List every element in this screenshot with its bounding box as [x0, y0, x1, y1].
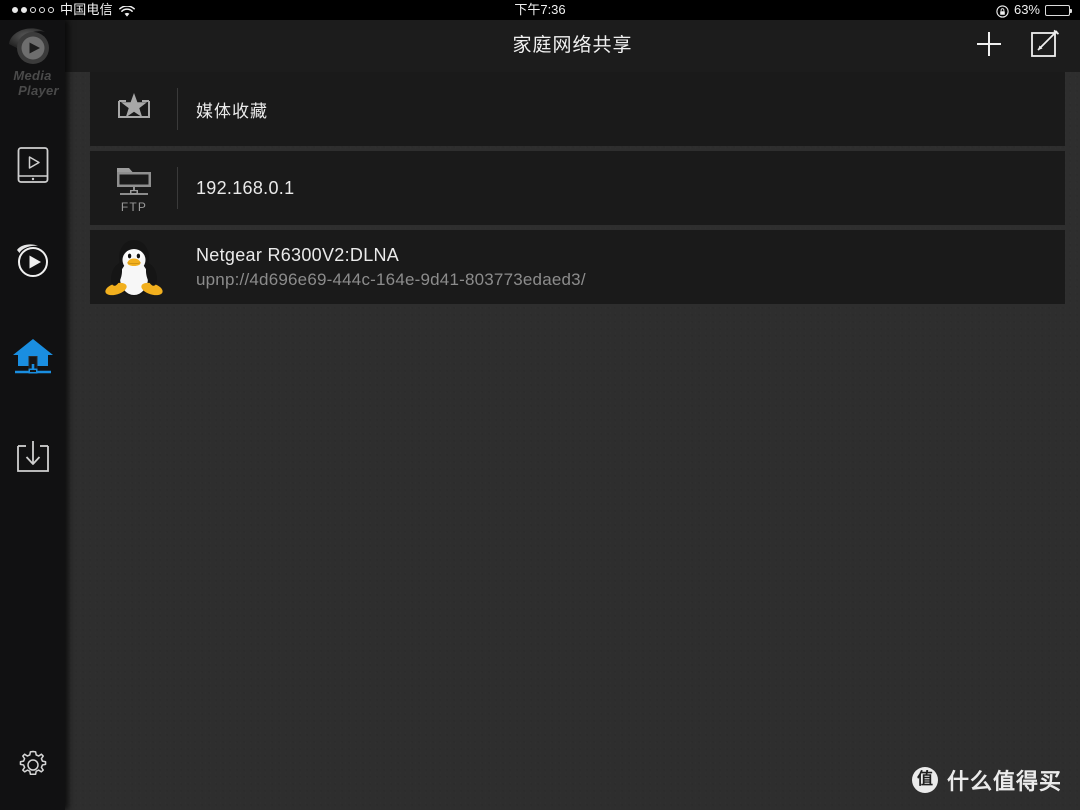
header-actions: [972, 20, 1062, 72]
sidebar-item-streaming[interactable]: [0, 230, 65, 294]
list-item-title: Netgear R6300V2:DLNA: [196, 244, 400, 265]
tablet-play-icon: [16, 145, 50, 190]
list-item-body: 媒体收藏: [178, 97, 1065, 122]
battery-percent: 63%: [1013, 2, 1040, 17]
watermark: 值 什么值得买: [911, 764, 1062, 796]
download-box-icon: [13, 434, 53, 481]
list-item-title: 媒体收藏: [196, 101, 268, 121]
list-item-icon: [90, 72, 178, 146]
header-bar: 家庭网络共享: [65, 20, 1080, 73]
content-area: 媒体收藏 FTP 192.168.0.1 Netgear R6300V2:DLN…: [65, 72, 1080, 810]
rotation-lock-icon: [996, 4, 1009, 18]
home-network-icon: [10, 332, 56, 383]
list-item-body: Netgear R6300V2:DLNA upnp://4d696e69-444…: [178, 245, 1065, 290]
list-item-icon: FTP: [90, 151, 178, 225]
status-bar-time: 下午7:36: [514, 2, 566, 17]
sidebar-item-downloads[interactable]: [0, 425, 65, 489]
app-logo-line2: Player: [18, 83, 59, 98]
star-collection-icon: [111, 87, 157, 132]
ftp-label: FTP: [120, 200, 148, 214]
sidebar-item-home-network[interactable]: [0, 325, 65, 389]
app-logo-text: Media Player: [0, 68, 65, 98]
list-item-dlna-netgear[interactable]: Netgear R6300V2:DLNA upnp://4d696e69-444…: [90, 230, 1065, 304]
tux-penguin-icon: [103, 231, 165, 304]
gear-icon: [14, 746, 52, 789]
watermark-text: 什么值得买: [946, 769, 1062, 794]
list-item-ftp-server[interactable]: FTP 192.168.0.1: [90, 151, 1065, 225]
circle-play-icon: [12, 239, 54, 286]
edit-button[interactable]: [1028, 29, 1062, 63]
plus-icon: [974, 29, 1004, 64]
list-item-media-favorites[interactable]: 媒体收藏: [90, 72, 1065, 146]
network-share-list: 媒体收藏 FTP 192.168.0.1 Netgear R6300V2:DLN…: [90, 72, 1065, 309]
list-item-icon: [90, 230, 178, 304]
status-bar: 中国电信 下午7:36 63%: [0, 0, 1080, 20]
watermark-badge: 值: [911, 767, 938, 793]
sidebar-item-local-media[interactable]: [0, 135, 65, 199]
app-root: 中国电信 下午7:36 63% Media Player 家庭网络共享 媒体收藏…: [0, 0, 1080, 810]
list-item-title: 192.168.0.1: [196, 177, 295, 198]
battery-icon: [1045, 4, 1072, 16]
sidebar-item-settings[interactable]: [0, 742, 65, 792]
app-logo: Media Player: [0, 22, 65, 122]
add-button[interactable]: [972, 29, 1006, 63]
edit-square-icon: [1029, 28, 1061, 65]
list-item-body: 192.168.0.1: [178, 178, 1065, 199]
status-bar-right: 63%: [996, 0, 1072, 20]
list-item-subtitle: upnp://4d696e69-444c-164e-9d41-803773eda…: [196, 269, 586, 289]
app-logo-line1: Media: [13, 68, 52, 83]
sidebar: Media Player: [0, 20, 65, 810]
page-title: 家庭网络共享: [512, 35, 633, 56]
ftp-folder-icon: [112, 163, 156, 204]
